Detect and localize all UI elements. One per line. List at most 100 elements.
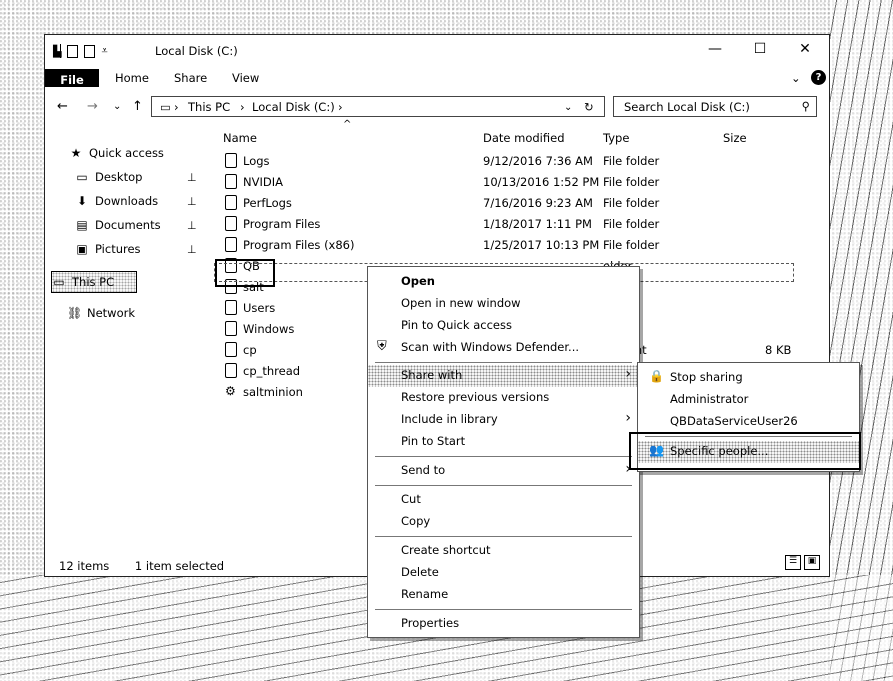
forward-arrow-icon[interactable]: → (87, 99, 98, 114)
file-type: File folder (603, 154, 660, 168)
file-row[interactable]: NVIDIA 10/13/2016 1:52 PM File folder (215, 172, 815, 192)
customize-toolbar-icon[interactable]: ⩡ (101, 44, 107, 58)
tab-share[interactable]: Share (174, 71, 207, 85)
file-name: Logs (243, 154, 270, 168)
folder-icon (225, 300, 237, 315)
menu-item-delete[interactable]: Delete (368, 562, 639, 584)
folder-icon (225, 216, 237, 231)
network-icon: ⛓ (67, 306, 83, 320)
pin-icon: ⊥ (187, 242, 197, 256)
recent-locations-icon[interactable]: ⌄ (113, 101, 121, 112)
sidebar-item-this-pc[interactable]: ▭ This PC (51, 271, 137, 293)
up-arrow-icon[interactable]: ↑ (132, 99, 143, 114)
minimize-button[interactable]: — (705, 41, 725, 57)
back-arrow-icon[interactable]: ← (57, 99, 68, 114)
submenu-item-administrator[interactable]: Administrator (638, 389, 859, 411)
menu-item-cut[interactable]: Cut (368, 489, 639, 511)
menu-item-properties[interactable]: Properties (368, 613, 639, 635)
ribbon-tabs: File Home Share View ⌄ ? (45, 67, 829, 91)
address-box[interactable]: ▭ › This PC › Local Disk (C:) › ⌄ ↻ (151, 96, 605, 117)
file-row[interactable]: Program Files 1/18/2017 1:11 PM File folde… (215, 214, 815, 234)
tab-view[interactable]: View (232, 71, 259, 85)
file-date: 7/16/2016 9:23 AM (483, 196, 593, 210)
tab-home[interactable]: Home (115, 71, 149, 85)
sidebar-item-downloads[interactable]: ⬇ Downloads ⊥ (75, 191, 225, 211)
menu-item-scan-defender[interactable]: ⛨ Scan with Windows Defender... (368, 337, 639, 359)
file-type: File folder (603, 238, 660, 252)
menu-item-create-shortcut[interactable]: Create shortcut (368, 540, 639, 562)
status-bar: 12 items 1 item selected (59, 559, 246, 573)
computer-icon: ▭ (53, 275, 65, 289)
file-name: PerfLogs (243, 196, 292, 210)
view-toggle: ☰ ▣ (785, 555, 820, 570)
expand-ribbon-icon[interactable]: ⌄ (791, 71, 801, 85)
file-icon (225, 363, 237, 378)
menu-item-send-to[interactable]: Send to › (368, 460, 639, 482)
item-count: 12 items (59, 559, 110, 573)
menu-item-open[interactable]: Open (368, 271, 639, 293)
file-row[interactable]: Logs 9/12/2016 7:36 AM File folder (215, 151, 815, 171)
menu-item-copy[interactable]: Copy (368, 511, 639, 533)
new-folder-icon[interactable] (84, 44, 96, 58)
folder-icon (225, 321, 237, 336)
sidebar-item-network[interactable]: ⛓ Network (67, 303, 135, 323)
sidebar-item-quick-access[interactable]: ★ Quick access (69, 143, 164, 163)
download-icon: ⬇ (76, 194, 88, 208)
menu-item-share-with[interactable]: Share with › (368, 365, 639, 387)
large-icons-view-icon[interactable]: ▣ (804, 555, 820, 570)
maximize-button[interactable]: ☐ (750, 41, 770, 57)
column-header-size[interactable]: Size (723, 131, 747, 145)
file-date: 9/12/2016 7:36 AM (483, 154, 593, 168)
menu-item-pin-start[interactable]: Pin to Start (368, 431, 639, 453)
file-icon: ⚙ (225, 384, 236, 398)
breadcrumb-local-disk[interactable]: Local Disk (C:) (252, 100, 335, 114)
sort-ascending-icon: ^ (343, 119, 352, 130)
file-row[interactable]: PerfLogs 7/16/2016 9:23 AM File folder (215, 193, 815, 213)
quick-access-toolbar: ▙ ⩡ (53, 44, 108, 58)
refresh-icon[interactable]: ↻ (584, 100, 594, 114)
file-row[interactable]: Program Files (x86) 1/25/2017 10:13 PM Fil… (215, 235, 815, 255)
lock-icon: 🔒 (649, 369, 664, 383)
sidebar-item-pictures[interactable]: ▣ Pictures ⊥ (75, 239, 225, 259)
file-name: Users (243, 301, 276, 315)
column-header-type[interactable]: Type (603, 131, 629, 145)
file-name: NVIDIA (243, 175, 283, 189)
folder-icon (225, 153, 237, 168)
address-dropdown-icon[interactable]: ⌄ (564, 102, 572, 113)
search-icon: ⚲ (801, 99, 810, 113)
pin-icon: ⊥ (187, 194, 197, 208)
shield-icon: ⛨ (377, 339, 387, 354)
folder-icon (225, 237, 237, 252)
menu-item-rename[interactable]: Rename (368, 584, 639, 606)
search-placeholder: Search Local Disk (C:) (624, 100, 750, 114)
close-button[interactable]: ✕ (795, 41, 815, 57)
sidebar-item-documents[interactable]: ▤ Documents ⊥ (75, 215, 225, 235)
specific-people-callout-box (629, 432, 861, 470)
breadcrumb-this-pc[interactable]: This PC (188, 100, 230, 114)
menu-item-include-library[interactable]: Include in library › (368, 409, 639, 431)
file-name: Program Files (x86) (243, 238, 355, 252)
file-tab[interactable]: File (45, 69, 99, 87)
location-icon: ▭ (160, 100, 171, 114)
pin-icon: ⊥ (187, 170, 197, 184)
help-icon[interactable]: ? (811, 70, 826, 85)
selection-count: 1 item selected (134, 559, 225, 573)
search-input[interactable]: Search Local Disk (C:) ⚲ (613, 96, 817, 117)
file-size: 8 KB (765, 343, 792, 357)
address-bar-row: ← → ⌄ ↑ ▭ › This PC › Local Disk (C:) › … (45, 93, 829, 121)
menu-item-open-new-window[interactable]: Open in new window (368, 293, 639, 315)
submenu-item-stop-sharing[interactable]: 🔒 Stop sharing (638, 367, 859, 389)
file-type: File folder (603, 196, 660, 210)
submenu-arrow-icon: › (625, 366, 631, 382)
column-header-date[interactable]: Date modified (483, 131, 565, 145)
sidebar-item-desktop[interactable]: ▭ Desktop ⊥ (75, 167, 225, 187)
pictures-icon: ▣ (76, 242, 88, 256)
menu-item-restore-versions[interactable]: Restore previous versions (368, 387, 639, 409)
menu-item-pin-quick-access[interactable]: Pin to Quick access (368, 315, 639, 337)
submenu-item-qbdataserviceuser26[interactable]: QBDataServiceUser26 (638, 411, 859, 433)
properties-icon[interactable] (67, 44, 79, 58)
context-menu: Open Open in new window Pin to Quick acc… (367, 266, 640, 638)
folder-icon (225, 174, 237, 189)
details-view-icon[interactable]: ☰ (785, 555, 801, 570)
column-header-name[interactable]: Name (223, 131, 257, 145)
